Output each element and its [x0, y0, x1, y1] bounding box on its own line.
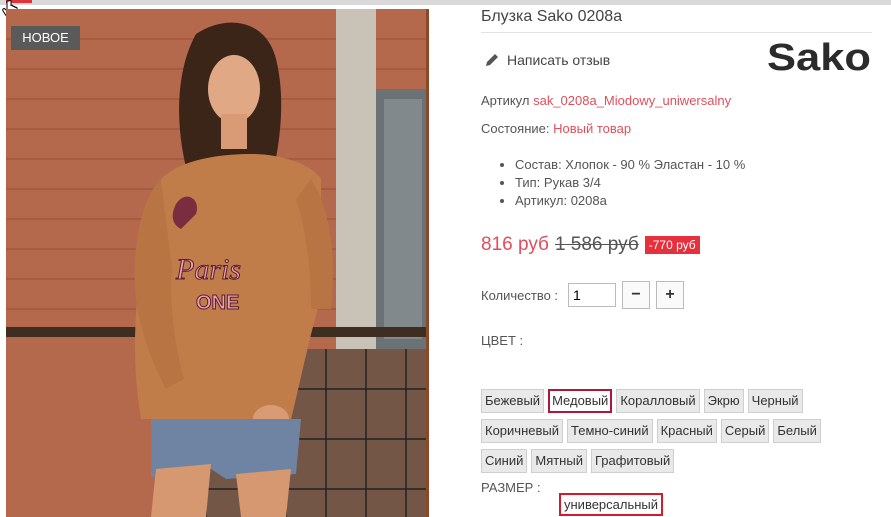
- color-row: Бежевый Медовый Коралловый Экрю Черный: [481, 389, 891, 413]
- write-review-label: Написать отзыв: [507, 52, 611, 68]
- top-bar: [0, 0, 891, 5]
- quantity-input[interactable]: [568, 283, 617, 307]
- svg-text:Sako: Sako: [767, 40, 871, 76]
- price-old: 1 586 руб: [554, 234, 639, 255]
- color-option[interactable]: Мятный: [531, 449, 587, 473]
- quantity-label: Количество :: [481, 287, 559, 303]
- product-title: Блузка Sako 0208a: [481, 8, 623, 25]
- quantity-row: Количество : − +: [481, 281, 685, 309]
- color-option[interactable]: Красный: [656, 419, 717, 443]
- size-label: РАЗМЕР :: [481, 480, 541, 495]
- color-label: ЦВЕТ :: [481, 333, 524, 348]
- discount-badge: -770 руб: [644, 236, 700, 254]
- product-image: Paris ONE: [6, 9, 426, 517]
- quantity-minus-button[interactable]: −: [622, 281, 651, 309]
- product-photo[interactable]: Paris ONE НОВОЕ: [6, 9, 429, 517]
- feature-item: Артикул: 0208a: [515, 192, 745, 210]
- color-option[interactable]: Коралловый: [616, 389, 700, 413]
- color-option[interactable]: Белый: [773, 419, 821, 443]
- pencil-icon: [486, 54, 498, 66]
- color-option[interactable]: Черный: [747, 389, 803, 413]
- size-option-selected[interactable]: универсальный: [559, 493, 664, 516]
- color-option-selected[interactable]: Медовый: [548, 389, 613, 413]
- features-list: Состав: Хлопок - 90 % Эластан - 10 % Тип…: [481, 156, 745, 210]
- feature-item: Состав: Хлопок - 90 % Эластан - 10 %: [515, 156, 745, 174]
- color-swatches: Бежевый Медовый Коралловый Экрю Черный К…: [481, 389, 891, 479]
- color-row: Коричневый Темно-синий Красный Серый Бел…: [481, 419, 891, 443]
- feature-item: Тип: Рукав 3/4: [515, 174, 745, 192]
- color-option[interactable]: Бежевый: [481, 389, 545, 413]
- sku-value: sak_0208a_Miodowy_uniwersalny: [533, 93, 732, 108]
- color-option[interactable]: Темно-синий: [567, 419, 653, 443]
- condition-label: Состояние:: [481, 121, 550, 136]
- condition-row: Состояние: Новый товар: [481, 121, 631, 136]
- write-review-link[interactable]: Написать отзыв: [485, 52, 610, 68]
- color-option[interactable]: Графитовый: [590, 449, 675, 473]
- color-row: Синий Мятный Графитовый: [481, 449, 891, 473]
- condition-value: Новый товар: [553, 121, 632, 136]
- color-option[interactable]: Серый: [720, 419, 770, 443]
- price-row: 816 руб 1 586 руб -770 руб: [481, 234, 700, 256]
- sku-row: Артикул sak_0208a_Miodowy_uniwersalny: [481, 93, 731, 108]
- new-badge: НОВОЕ: [11, 26, 80, 50]
- price-new: 816 руб: [481, 234, 549, 255]
- svg-text:Paris: Paris: [175, 253, 241, 286]
- svg-text:ONE: ONE: [196, 292, 239, 314]
- color-option[interactable]: Экрю: [703, 389, 744, 413]
- color-option[interactable]: Коричневый: [481, 419, 563, 443]
- quantity-plus-button[interactable]: +: [656, 281, 685, 309]
- color-option[interactable]: Синий: [481, 449, 528, 473]
- divider: [481, 32, 872, 33]
- brand-logo[interactable]: Sako: [767, 37, 871, 79]
- sku-label: Артикул: [481, 93, 530, 108]
